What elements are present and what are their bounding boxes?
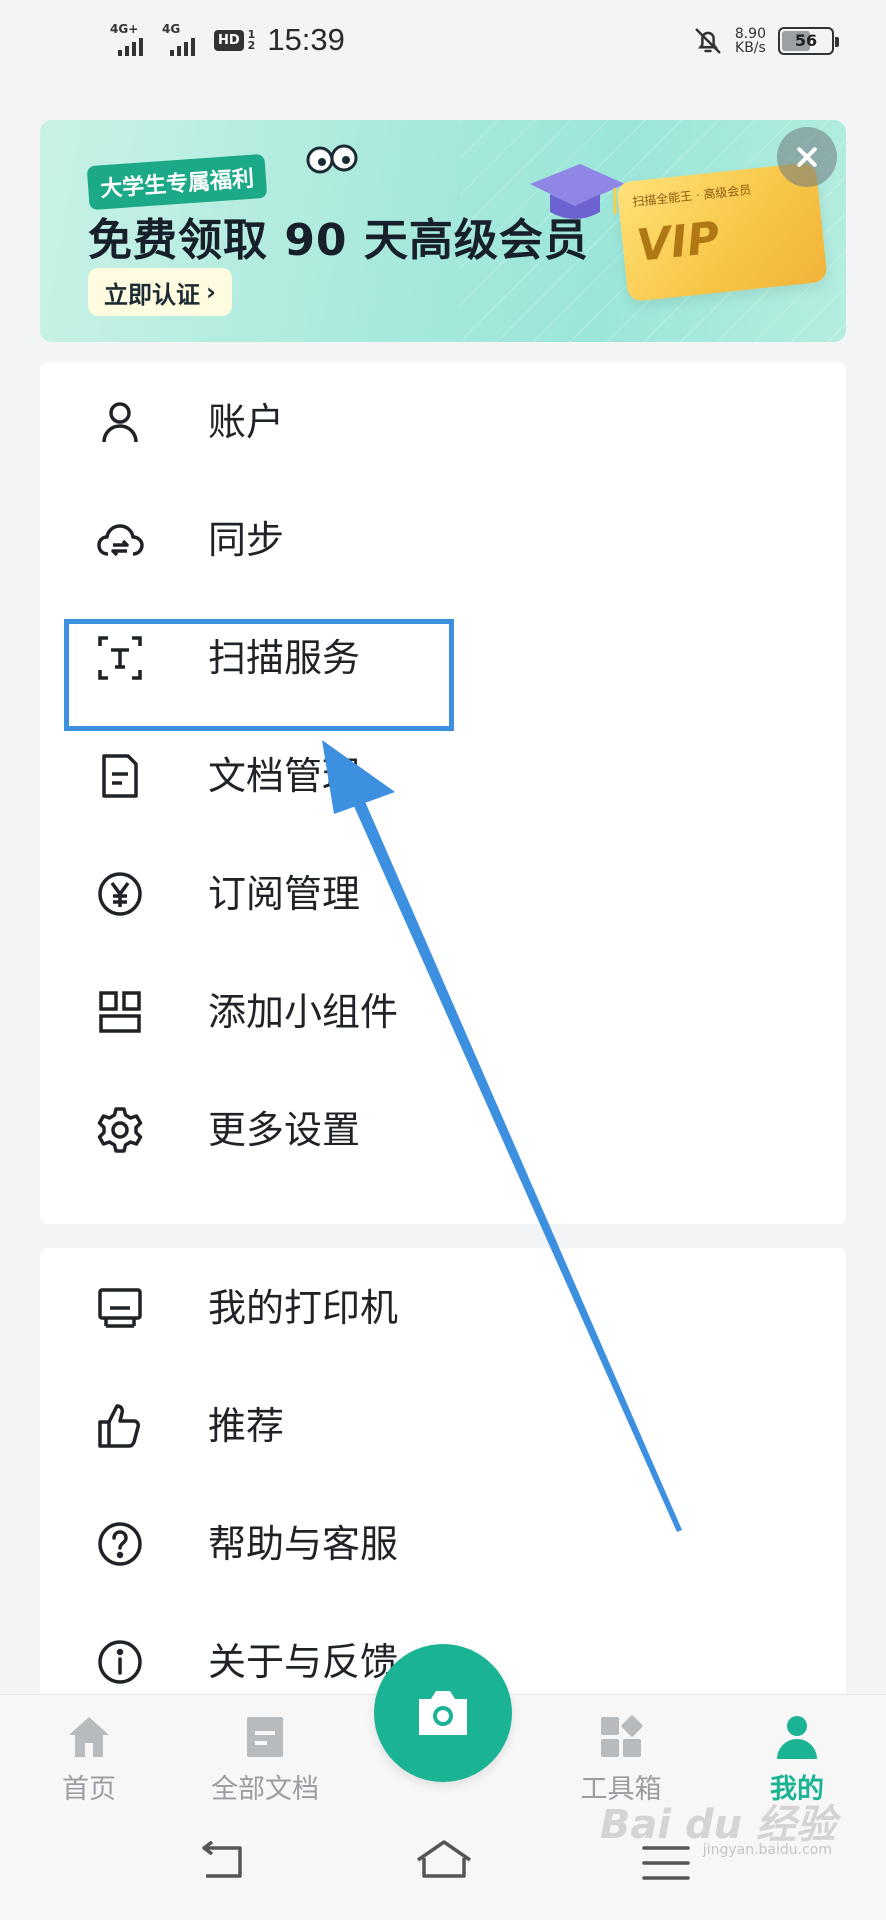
- widget-icon: [99, 991, 141, 1033]
- banner-close-button[interactable]: [777, 127, 837, 187]
- menu-item-subscription[interactable]: 订阅管理: [40, 834, 846, 952]
- menu-item-label: 我的打印机: [208, 1286, 399, 1330]
- battery-icon: 56: [778, 27, 839, 55]
- status-bar: 4G+ 4G HD 1 2 15:39 8.90 KB/s 56: [0, 0, 886, 80]
- menu-item-add-widget[interactable]: 添加小组件: [40, 952, 846, 1070]
- signal-4g-plus-icon: 4G+: [110, 22, 154, 58]
- hd-sim-indicator: 1 2: [248, 29, 256, 51]
- menu-item-label: 推荐: [208, 1404, 285, 1448]
- menu-item-label: 更多设置: [208, 1108, 361, 1152]
- back-icon[interactable]: [192, 1836, 252, 1890]
- tab-home[interactable]: 首页: [14, 1695, 164, 1807]
- chevron-right-icon: ›: [206, 278, 216, 306]
- network-speed: 8.90 KB/s: [735, 27, 766, 55]
- banner-tag: 大学生专属福利: [86, 153, 268, 211]
- tab-me[interactable]: 我的: [722, 1695, 872, 1807]
- signal-4g-icon: 4G: [162, 22, 206, 58]
- info-icon: [98, 1640, 142, 1684]
- menu-item-account[interactable]: 账户: [40, 362, 846, 480]
- graduation-cap-icon: [530, 164, 625, 219]
- menu-item-label: 关于与反馈: [208, 1640, 399, 1684]
- cloud-sync-icon: [97, 524, 144, 557]
- menu-item-label: 帮助与客服: [208, 1522, 399, 1566]
- clock: 15:39: [267, 22, 345, 57]
- gear-icon: [97, 1107, 143, 1153]
- network-speed-unit: KB/s: [735, 40, 766, 56]
- vip-card-caption: 扫描全能王 · 高级会员: [631, 182, 752, 210]
- camera-icon: [419, 1691, 467, 1735]
- toolbox-icon: [601, 1715, 643, 1757]
- banner-title: 免费领取 90 天高级会员: [88, 215, 589, 266]
- home-icon: [69, 1717, 109, 1757]
- battery-percent: 56: [794, 31, 818, 50]
- signal-label: 4G: [162, 22, 181, 36]
- menu-item-label: 订阅管理: [208, 872, 361, 916]
- profile-icon: [777, 1716, 817, 1759]
- menu-item-label: 添加小组件: [208, 990, 399, 1034]
- menu-item-sync[interactable]: 同步: [40, 480, 846, 598]
- signal-label: 4G+: [110, 22, 139, 36]
- highlight-box: [64, 619, 454, 731]
- menu-item-recommend[interactable]: 推荐: [40, 1366, 846, 1484]
- eyes-mascot-icon: [306, 144, 358, 174]
- home-nav-icon[interactable]: [414, 1836, 474, 1890]
- watermark-url: jingyan.baidu.com: [702, 1842, 832, 1858]
- bell-off-icon: [695, 28, 721, 54]
- menu-card-primary: 账户 同步 扫描服务 文档管理 订阅管理 添加小组件 更多设置: [40, 362, 846, 1224]
- verify-now-button[interactable]: 立即认证 ›: [88, 268, 232, 316]
- camera-button[interactable]: [374, 1644, 512, 1782]
- hd-voice-badge: HD: [214, 29, 244, 51]
- printer-icon: [98, 1288, 142, 1328]
- user-icon: [102, 402, 138, 443]
- tab-label: 全部文档: [211, 1774, 319, 1805]
- verify-now-label: 立即认证: [104, 280, 200, 309]
- menu-item-label: 账户: [208, 400, 285, 444]
- documents-icon: [247, 1717, 283, 1757]
- menu-item-label: 文档管理: [208, 754, 361, 798]
- menu-item-document-management[interactable]: 文档管理: [40, 716, 846, 834]
- yen-circle-icon: [98, 872, 142, 916]
- promo-banner[interactable]: 大学生专属福利 免费领取 90 天高级会员 立即认证 › 扫描全能王 · 高级会…: [40, 120, 846, 342]
- menu-item-help-support[interactable]: 帮助与客服: [40, 1484, 846, 1602]
- menu-item-my-printer[interactable]: 我的打印机: [40, 1248, 846, 1366]
- tab-label: 首页: [62, 1774, 116, 1805]
- vip-card-label: VIP: [634, 212, 722, 272]
- menu-item-more-settings[interactable]: 更多设置: [40, 1070, 846, 1188]
- document-icon: [102, 754, 138, 798]
- hd-sim-bottom: 2: [247, 39, 256, 52]
- tab-toolbox[interactable]: 工具箱: [546, 1695, 696, 1807]
- menu-item-label: 同步: [208, 518, 285, 562]
- thumbs-up-icon: [98, 1404, 140, 1448]
- network-speed-value: 8.90: [734, 26, 766, 42]
- help-icon: [98, 1522, 142, 1566]
- tab-all-documents[interactable]: 全部文档: [190, 1695, 340, 1807]
